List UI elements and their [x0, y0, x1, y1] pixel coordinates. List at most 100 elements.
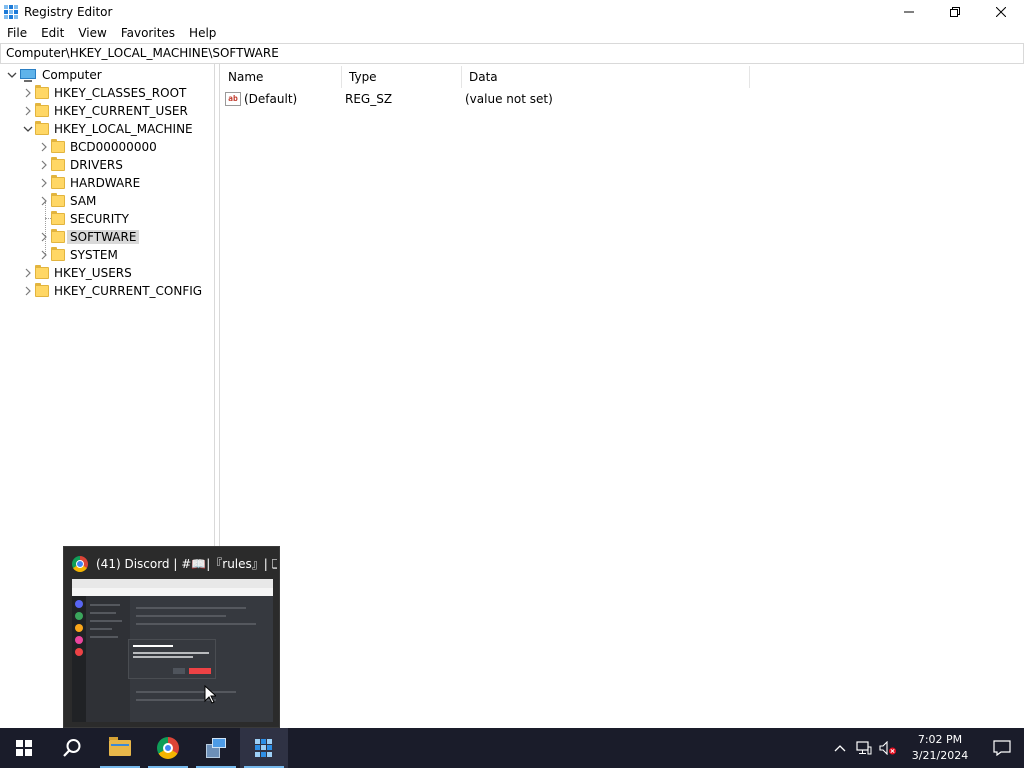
tree-label: HKEY_USERS	[54, 266, 132, 280]
network-icon	[856, 741, 872, 755]
tree-label: HKEY_CURRENT_USER	[54, 104, 188, 118]
title-bar: Registry Editor	[0, 0, 1024, 23]
clock-date: 3/21/2024	[911, 749, 969, 762]
tree-node-hkey-classes-root[interactable]: HKEY_CLASSES_ROOT	[21, 84, 186, 102]
close-icon	[996, 6, 1006, 17]
tree-node-hkey-current-user[interactable]: HKEY_CURRENT_USER	[21, 102, 188, 120]
chevron-down-icon[interactable]	[5, 66, 19, 84]
folder-icon	[35, 283, 49, 297]
registry-editor-icon	[255, 739, 273, 757]
folder-icon	[35, 85, 49, 99]
chevron-right-icon[interactable]	[37, 138, 51, 156]
tree-label: HKEY_CURRENT_CONFIG	[54, 284, 203, 298]
taskbar: 7:02 PM 3/21/2024	[0, 728, 1024, 768]
tree-node-system[interactable]: SYSTEM	[37, 246, 118, 264]
chrome-button[interactable]	[144, 728, 192, 768]
setup-app-button[interactable]	[192, 728, 240, 768]
tree-node-computer[interactable]: Computer	[5, 66, 102, 84]
folder-icon	[35, 121, 49, 135]
tree-node-sam[interactable]: SAM	[37, 192, 96, 210]
chevron-right-icon[interactable]	[21, 84, 35, 102]
string-value-icon: ab	[225, 92, 241, 106]
minimize-icon	[904, 11, 914, 12]
action-center-button[interactable]	[980, 728, 1024, 768]
tree-node-hkey-users[interactable]: HKEY_USERS	[21, 264, 132, 282]
thumbnail-title-bar: (41) Discord | #📖|『rules』| ❑ Bl...	[72, 555, 277, 572]
tree-node-software[interactable]: SOFTWARE	[37, 228, 140, 246]
chevron-right-icon[interactable]	[21, 282, 35, 300]
values-list[interactable]: Name Type Data ab (Default) REG_SZ (valu…	[221, 64, 1024, 727]
windows-logo-icon	[16, 740, 32, 756]
registry-editor-taskbar-button[interactable]	[240, 728, 288, 768]
close-button[interactable]	[978, 0, 1024, 23]
window-title: Registry Editor	[24, 4, 113, 19]
thumbnail-image[interactable]	[72, 579, 273, 722]
file-explorer-button[interactable]	[96, 728, 144, 768]
chevron-right-icon[interactable]	[37, 246, 51, 264]
column-header-data[interactable]: Data	[462, 66, 750, 88]
tree-node-hkey-local-machine[interactable]: HKEY_LOCAL_MACHINE	[21, 120, 193, 138]
tree-node-drivers[interactable]: DRIVERS	[37, 156, 123, 174]
folder-icon	[51, 139, 65, 153]
tree-label-computer: Computer	[42, 68, 102, 82]
chevron-right-icon[interactable]	[37, 156, 51, 174]
address-bar[interactable]: Computer\HKEY_LOCAL_MACHINE\SOFTWARE	[0, 43, 1024, 64]
search-icon	[63, 739, 81, 757]
search-button[interactable]	[48, 728, 96, 768]
minimize-button[interactable]	[886, 0, 932, 23]
volume-button[interactable]	[876, 728, 900, 768]
folder-icon	[35, 103, 49, 117]
value-type: REG_SZ	[345, 92, 393, 106]
menu-bar: File Edit View Favorites Help	[0, 23, 1024, 43]
tree-label: DRIVERS	[70, 158, 123, 172]
notification-icon	[993, 740, 1011, 756]
restore-button[interactable]	[932, 0, 978, 23]
taskbar-clock[interactable]: 7:02 PM 3/21/2024	[900, 732, 980, 764]
clock-time: 7:02 PM	[917, 733, 963, 746]
folder-icon	[51, 229, 65, 243]
chevron-right-icon[interactable]	[37, 174, 51, 192]
show-hidden-icons-button[interactable]	[828, 728, 852, 768]
column-header-name[interactable]: Name	[221, 66, 342, 88]
system-tray: 7:02 PM 3/21/2024	[828, 728, 1024, 768]
chevron-right-icon[interactable]	[37, 192, 51, 210]
menu-view[interactable]: View	[71, 23, 113, 43]
tree-node-hardware[interactable]: HARDWARE	[37, 174, 140, 192]
chrome-icon	[157, 737, 179, 759]
column-header-type[interactable]: Type	[342, 66, 462, 88]
thumbnail-title: (41) Discord | #📖|『rules』| ❑ Bl...	[96, 557, 277, 571]
start-button[interactable]	[0, 728, 48, 768]
tree-label: BCD00000000	[70, 140, 157, 154]
list-item[interactable]: ab (Default) REG_SZ (value not set)	[225, 90, 553, 108]
chevron-right-icon[interactable]	[37, 228, 51, 246]
tree-label: SYSTEM	[70, 248, 118, 262]
file-explorer-icon	[109, 737, 131, 756]
menu-help[interactable]: Help	[182, 23, 223, 43]
setup-app-icon	[206, 738, 226, 758]
chevron-right-icon[interactable]	[21, 264, 35, 282]
folder-icon	[51, 193, 65, 207]
chevron-right-icon[interactable]	[21, 102, 35, 120]
value-data: (value not set)	[465, 92, 553, 106]
mouse-cursor-icon	[204, 685, 216, 704]
menu-favorites[interactable]: Favorites	[114, 23, 182, 43]
folder-icon	[51, 175, 65, 189]
registry-editor-icon	[4, 4, 18, 19]
tree-node-bcd[interactable]: BCD00000000	[37, 138, 157, 156]
folder-icon	[51, 157, 65, 171]
chrome-icon	[72, 555, 88, 572]
tree-node-hkey-current-config[interactable]: HKEY_CURRENT_CONFIG	[21, 282, 202, 300]
chevron-down-icon[interactable]	[21, 120, 35, 138]
restore-icon	[950, 6, 960, 17]
network-button[interactable]	[852, 728, 876, 768]
menu-edit[interactable]: Edit	[34, 23, 71, 43]
menu-file[interactable]: File	[0, 23, 34, 43]
tree-node-security[interactable]: SECURITY	[37, 210, 129, 228]
chevron-up-icon	[834, 745, 846, 752]
computer-icon	[19, 68, 37, 82]
tree-label: HKEY_LOCAL_MACHINE	[54, 122, 193, 136]
tree-label: HARDWARE	[70, 176, 141, 190]
tree-label: HKEY_CLASSES_ROOT	[54, 86, 187, 100]
tree-label-selected: SOFTWARE	[67, 230, 140, 244]
taskbar-thumbnail-preview[interactable]: (41) Discord | #📖|『rules』| ❑ Bl...	[63, 546, 280, 728]
